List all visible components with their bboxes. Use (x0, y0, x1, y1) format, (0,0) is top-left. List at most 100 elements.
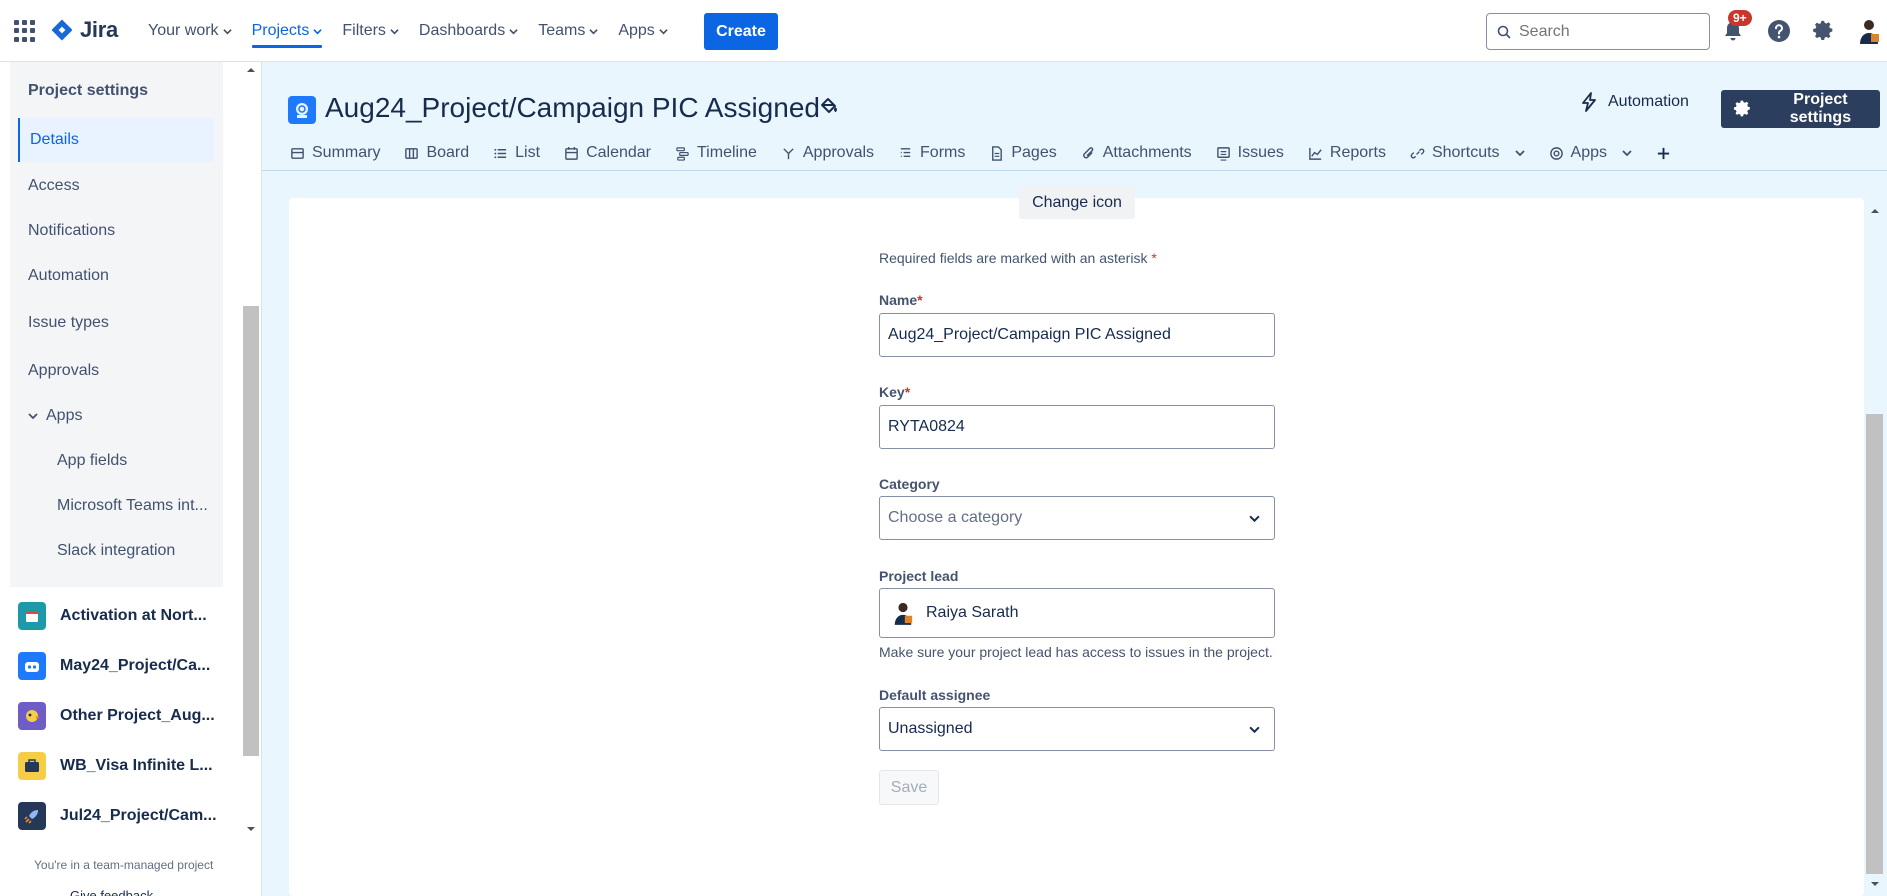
project-label: Jul24_Project/Cam... (60, 807, 217, 824)
nav-apps[interactable]: Apps (608, 0, 677, 62)
save-button[interactable]: Save (879, 770, 939, 805)
nav-dashboards[interactable]: Dashboards (409, 0, 528, 62)
project-link-wb-visa[interactable]: WB_Visa Infinite L... (18, 752, 213, 780)
project-link-jul24[interactable]: Jul24_Project/Cam... (18, 802, 217, 830)
settings-button[interactable] (1811, 18, 1837, 44)
chevron-down-icon (313, 28, 323, 34)
project-settings-button[interactable]: Project settings (1721, 90, 1880, 128)
search-input[interactable] (1519, 22, 1689, 41)
tab-pages[interactable]: Pages (989, 144, 1057, 162)
asterisk: * (904, 384, 911, 400)
asterisk: * (917, 292, 923, 308)
paint-bucket-icon[interactable] (820, 97, 840, 117)
help-button[interactable] (1766, 18, 1792, 44)
chevron-down-icon (1249, 515, 1260, 522)
project-settings-panel: Project settings Details Access Notifica… (10, 62, 223, 587)
project-icon (18, 752, 46, 780)
timeline-icon (676, 146, 689, 161)
create-button[interactable]: Create (704, 13, 778, 50)
chevron-down-icon (28, 413, 38, 420)
automation-button[interactable]: Automation (1580, 92, 1689, 112)
tab-attachments[interactable]: Attachments (1081, 144, 1192, 162)
main-scroll-thumb[interactable] (1866, 414, 1883, 874)
sidebar-item-apps[interactable]: Apps (28, 407, 82, 425)
sidebar-item-notifications[interactable]: Notifications (28, 222, 115, 240)
tab-forms[interactable]: Forms (898, 144, 965, 162)
project-label: May24_Project/Ca... (60, 657, 211, 674)
tab-label: Shortcuts (1431, 144, 1500, 161)
nav-label: Your work (148, 22, 219, 39)
category-select[interactable]: Choose a category (879, 496, 1275, 540)
sidebar-item-access[interactable]: Access (28, 177, 80, 195)
app-switcher-icon[interactable] (14, 20, 36, 42)
chevron-down-icon (390, 28, 399, 34)
automation-label: Automation (1608, 93, 1689, 110)
chevron-down-icon (1622, 150, 1632, 157)
sidebar-item-issue-types[interactable]: Issue types (28, 314, 109, 332)
paperclip-icon (1082, 146, 1093, 158)
search-box[interactable] (1486, 13, 1710, 50)
nav-projects[interactable]: Projects (242, 0, 333, 62)
tab-reports[interactable]: Reports (1308, 144, 1386, 162)
robot-icon (25, 662, 39, 672)
plus-icon (1657, 147, 1670, 159)
name-field[interactable] (879, 313, 1275, 357)
tab-label: Approvals (802, 144, 875, 161)
project-link-may24[interactable]: May24_Project/Ca... (18, 652, 210, 680)
tab-timeline[interactable]: Timeline (675, 144, 757, 162)
avatar-icon (1860, 20, 1879, 44)
sidebar-item-label: Apps (46, 407, 83, 424)
bird-icon (26, 710, 40, 722)
profile-avatar[interactable] (1856, 18, 1882, 44)
sidebar-item-slack[interactable]: Slack integration (57, 542, 175, 560)
project-label: Other Project_Aug... (60, 707, 215, 724)
name-input[interactable] (888, 326, 1258, 344)
tab-shortcuts[interactable]: Shortcuts (1410, 144, 1525, 162)
project-link-other[interactable]: Other Project_Aug... (18, 702, 215, 730)
sidebar-item-microsoft-teams[interactable]: Microsoft Teams int... (57, 497, 208, 515)
tab-approvals[interactable]: Approvals (781, 144, 874, 162)
project-link-activation[interactable]: Activation at Nort... (18, 602, 207, 630)
apps-icon (1549, 146, 1563, 160)
sidebar-scroll-thumb[interactable] (243, 306, 259, 756)
nav-filters[interactable]: Filters (332, 0, 409, 62)
tab-apps[interactable]: Apps (1549, 144, 1632, 162)
sidebar-title: Project settings (28, 82, 149, 99)
tab-label: Forms (920, 144, 966, 161)
default-assignee-value: Unassigned (888, 720, 973, 737)
sidebar-item-app-fields[interactable]: App fields (57, 452, 127, 470)
sidebar-item-details[interactable]: Details (18, 118, 214, 162)
nav-teams[interactable]: Teams (528, 0, 608, 62)
key-label: Key* (879, 384, 910, 400)
project-lead-hint: Make sure your project lead has access t… (879, 644, 1273, 660)
key-input[interactable] (888, 418, 1258, 436)
notification-badge: 9+ (1728, 10, 1752, 26)
sidebar-item-automation[interactable]: Automation (28, 267, 109, 285)
give-feedback-link[interactable]: Give feedback (70, 888, 153, 896)
change-icon-button[interactable]: Change icon (1019, 186, 1135, 219)
name-label-text: Name (879, 292, 918, 308)
required-note-text: Required fields are marked with an aster… (879, 250, 1148, 266)
tab-list[interactable]: List (493, 144, 540, 162)
nav-label: Projects (251, 22, 310, 39)
calendar-icon (565, 146, 578, 160)
search-icon (1497, 25, 1511, 39)
team-managed-note: You're in a team-managed project (34, 858, 214, 872)
key-field[interactable] (879, 405, 1275, 449)
calendar-icon (26, 611, 38, 622)
asterisk: * (1151, 250, 1157, 266)
default-assignee-select[interactable]: Unassigned (879, 707, 1275, 751)
tab-calendar[interactable]: Calendar (564, 144, 651, 162)
lightning-icon (1582, 92, 1596, 112)
chevron-down-icon (222, 28, 232, 34)
jira-logo[interactable]: Jira (50, 17, 118, 43)
tab-board[interactable]: Board (404, 144, 469, 162)
chevron-down-icon (1514, 150, 1525, 157)
add-tab-button[interactable] (1656, 146, 1671, 161)
nav-your-work[interactable]: Your work (138, 0, 242, 62)
tab-issues[interactable]: Issues (1216, 144, 1284, 162)
sidebar-item-approvals[interactable]: Approvals (28, 362, 99, 380)
chevron-down-icon (1249, 726, 1260, 733)
project-lead-picker[interactable]: Raiya Sarath (879, 588, 1275, 638)
tab-summary[interactable]: Summary (290, 144, 380, 162)
